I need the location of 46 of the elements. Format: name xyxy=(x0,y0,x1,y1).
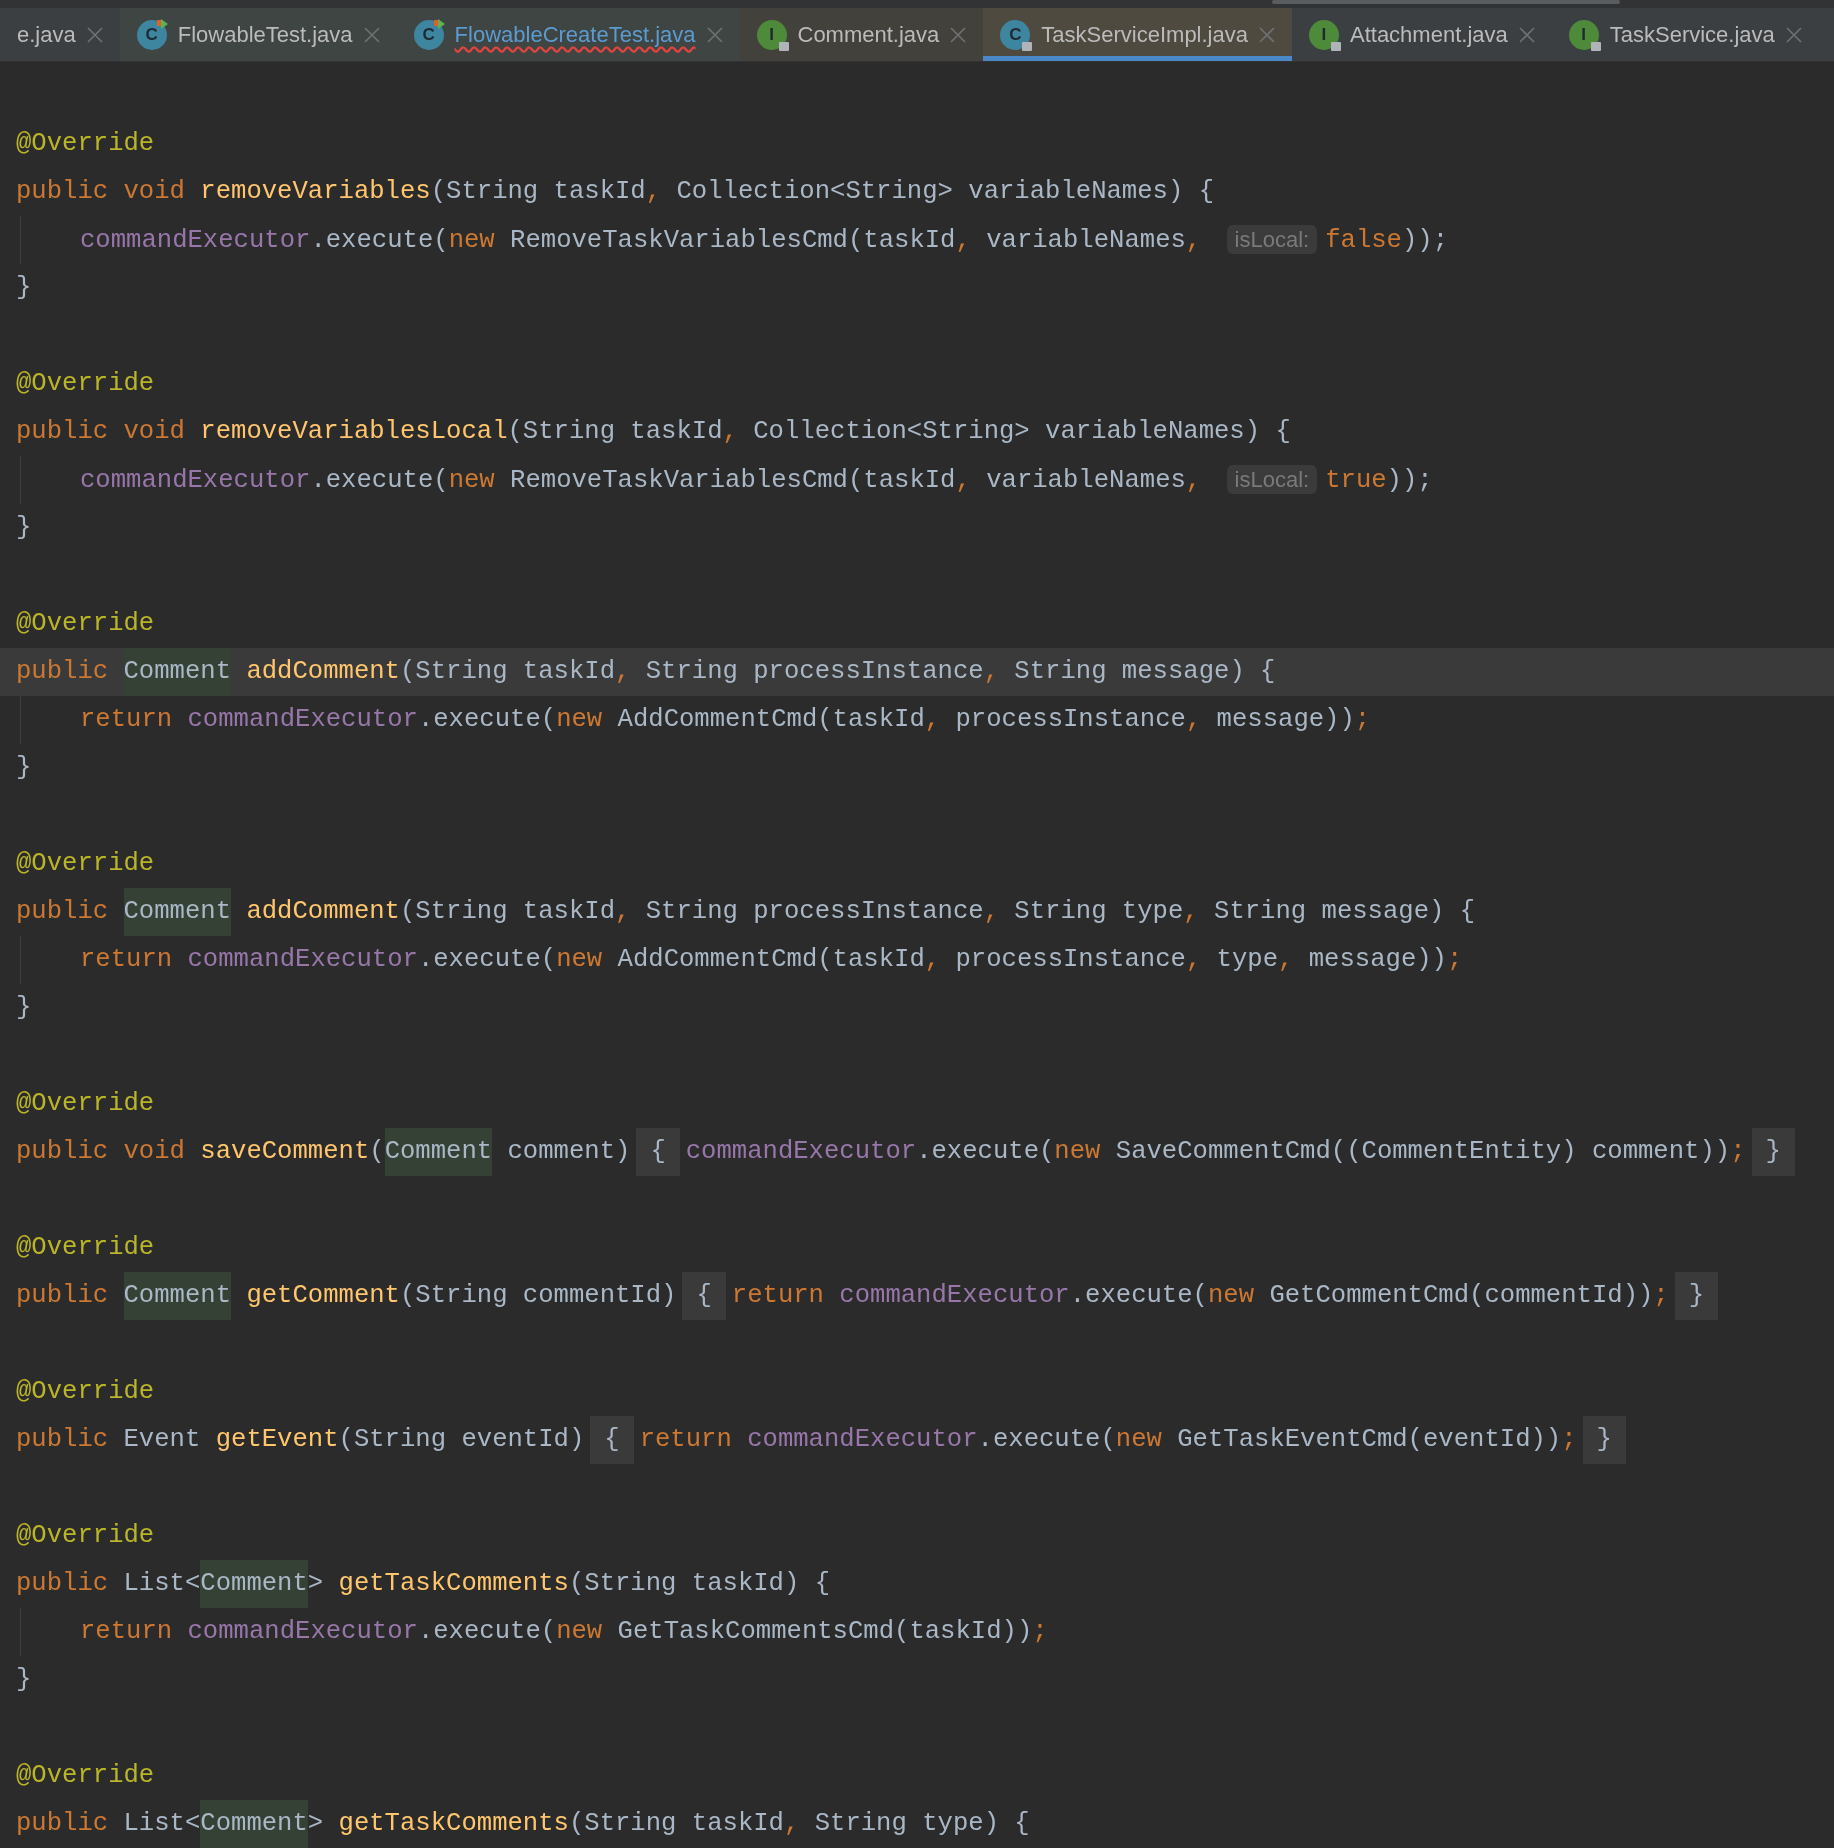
code-line: } xyxy=(16,992,32,1024)
code-line: return commandExecutor.execute(new GetTaskCommentsCmd(taskId)); xyxy=(80,1616,1048,1648)
close-icon[interactable] xyxy=(1518,26,1535,43)
code-line: public Comment getComment(String commentId) { return commandExecutor.execute(new GetCommentCmd(commentId)); } xyxy=(16,1272,1725,1320)
editor-tab[interactable]: I Comment.java xyxy=(739,8,984,61)
code-line: public void removeVariablesLocal(String taskId, Collection<String> variableNames) { xyxy=(16,416,1291,448)
code-line: @Override xyxy=(16,1088,155,1120)
code-line: @Override xyxy=(16,368,155,400)
code-line: public List<Comment> getTaskComments(String taskId) { xyxy=(16,1560,831,1608)
code-line: public Event getEvent(String eventId) { return commandExecutor.execute(new GetTaskEventCmd(eventId)); } xyxy=(16,1416,1632,1464)
code-line: @Override xyxy=(16,1520,155,1552)
scrollbar-thumb[interactable] xyxy=(1272,0,1620,4)
code-line: public Comment addComment(String taskId, String processInstance, String type, String message) { xyxy=(16,888,1476,936)
code-line: @Override xyxy=(16,1760,155,1792)
code-line: commandExecutor.execute(new RemoveTaskVariablesCmd(taskId, variableNames, isLocal: false)); xyxy=(80,224,1449,257)
editor-tab[interactable]: C FlowableTest.java xyxy=(119,8,397,61)
code-line: } xyxy=(16,272,32,304)
class-icon: C xyxy=(1000,19,1031,50)
class-icon: C xyxy=(413,19,444,50)
code-line: } xyxy=(16,512,32,544)
interface-icon: I xyxy=(756,19,787,50)
close-icon[interactable] xyxy=(1259,26,1275,43)
code-line: } xyxy=(16,752,32,784)
code-line: @Override xyxy=(16,608,155,640)
code-line: return commandExecutor.execute(new AddCommentCmd(taskId, processInstance, message)); xyxy=(80,704,1371,736)
code-line: @Override xyxy=(16,848,155,880)
code-line: } xyxy=(16,1664,32,1696)
close-icon[interactable] xyxy=(363,26,380,43)
close-icon[interactable] xyxy=(86,26,103,43)
close-icon[interactable] xyxy=(950,26,967,43)
code-line: commandExecutor.execute(new RemoveTaskVariablesCmd(taskId, variableNames, isLocal: true)); xyxy=(80,464,1433,497)
code-line: return commandExecutor.execute(new AddCommentCmd(taskId, processInstance, type, message)); xyxy=(80,944,1463,976)
code-line: @Override xyxy=(16,1232,155,1264)
code-line: @Override xyxy=(16,128,155,160)
code-line: public Comment addComment(String taskId, String processInstance, String message) { xyxy=(16,648,1276,696)
close-icon[interactable] xyxy=(1785,26,1802,43)
code-line: public void removeVariables(String taskId, Collection<String> variableNames) { xyxy=(16,176,1214,208)
editor-tab[interactable]: C FlowableCreateTest.java xyxy=(396,8,740,61)
code-line: public List<Comment> getTaskComments(String taskId, String type) { xyxy=(16,1800,1030,1848)
interface-icon: I xyxy=(1309,19,1339,50)
code-line: @Override xyxy=(16,1376,155,1408)
editor-tab[interactable]: C TaskServiceImpl.java xyxy=(983,8,1292,61)
interface-icon: I xyxy=(1568,19,1599,50)
close-icon[interactable] xyxy=(706,26,723,43)
code-line: public void saveComment(Comment comment) { commandExecutor.execute(new SaveCommentCmd((CommentEntity) comment)); } xyxy=(16,1128,1801,1176)
class-icon: C xyxy=(136,19,167,50)
